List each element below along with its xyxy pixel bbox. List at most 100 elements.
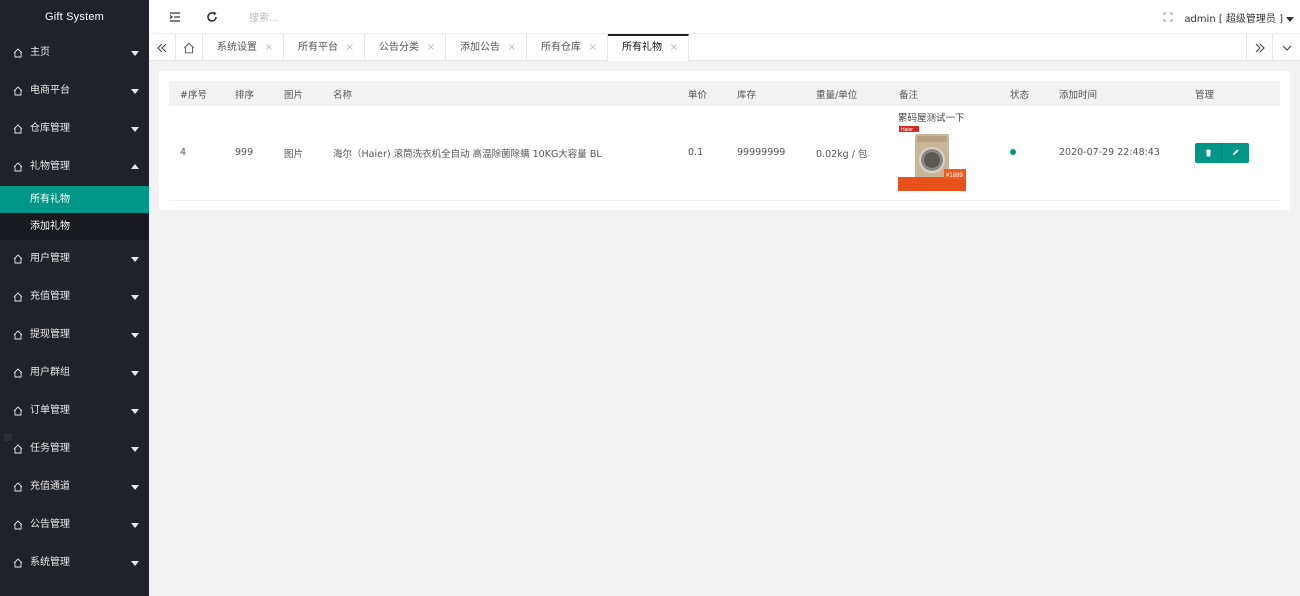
table-header-row: #序号 排序 图片 名称 单价 库存 重量/单位 备注 状态 添加时间 管理 [169,81,1280,106]
col-header-stock: 库存 [726,81,805,106]
sidebar-item-withdraw[interactable]: 提现管理 [0,316,149,354]
trash-icon [1205,149,1211,157]
sidebar-item-label: 系统管理 [30,557,70,568]
chevron-down-icon [131,485,139,490]
double-chevron-right-icon [1255,43,1265,52]
tab-label: 所有仓库 [541,42,581,53]
sidebar: Gift System 主页 电商平台 仓库管理 礼物管理 所有礼物 添加礼物 [0,0,149,596]
sidebar-item-label: 主页 [30,47,50,58]
chevron-down-icon [131,257,139,262]
cell-manage [1184,106,1280,201]
user-menu[interactable]: admin [ 超级管理员 ] [1184,10,1294,25]
tab-label: 所有礼物 [622,42,662,53]
home-icon [13,254,23,264]
sidebar-item-recharge-channels[interactable]: 充值通道 [0,468,149,506]
edit-button[interactable] [1222,142,1249,163]
sidebar-item-label: 仓库管理 [30,123,70,134]
delete-button[interactable] [1195,142,1222,163]
chevron-down-icon [131,127,139,132]
home-icon [13,292,23,302]
double-chevron-left-icon [157,43,167,52]
tab-add-announcement[interactable]: 添加公告 × [446,34,527,61]
product-brand-text: Haier [901,127,913,133]
sidebar-item-warehouse[interactable]: 仓库管理 [0,110,149,148]
home-icon [13,86,23,96]
home-icon [13,558,23,568]
remark-text: 累码屋测试一下 [898,112,965,124]
tab-all-warehouses[interactable]: 所有仓库 × [527,34,608,61]
tab-label: 添加公告 [460,42,500,53]
sidebar-subitem-add-gift[interactable]: 添加礼物 [0,213,149,240]
home-icon [183,42,195,53]
chevron-down-icon [131,333,139,338]
sidebar-item-label: 礼物管理 [30,161,70,172]
page-tabs-bar: 系统设置 × 所有平台 × 公告分类 × 添加公告 × 所有仓库 × 所有礼物 × [149,34,1300,61]
home-icon [13,368,23,378]
sidebar-item-label: 用户群组 [30,367,70,378]
status-dot [1010,149,1016,156]
sidebar-item-users[interactable]: 用户管理 [0,240,149,278]
sidebar-item-label: 充值管理 [30,291,70,302]
close-icon[interactable]: × [265,34,273,61]
tab-all-platforms[interactable]: 所有平台 × [284,34,365,61]
cell-added-time: 2020-07-29 22:48:43 [1048,106,1184,201]
search-input[interactable] [249,10,449,26]
col-header-manage: 管理 [1184,81,1280,106]
sidebar-submenu-gifts: 所有礼物 添加礼物 [0,186,149,240]
sidebar-item-system[interactable]: 系统管理 [0,544,149,582]
home-icon [13,482,23,492]
close-icon[interactable]: × [427,34,435,61]
col-header-name: 名称 [322,81,677,106]
chevron-down-icon [131,371,139,376]
col-header-weight: 重量/单位 [805,81,888,106]
sidebar-item-label: 用户管理 [30,253,70,264]
cell-id: 4 [169,106,224,201]
tab-announcement-categories[interactable]: 公告分类 × [365,34,446,61]
sidebar-item-recharge[interactable]: 充值管理 [0,278,149,316]
tabs-menu-button[interactable] [1273,34,1300,61]
sidebar-item-announcements[interactable]: 公告管理 [0,506,149,544]
chevron-up-icon [131,164,139,169]
chevron-down-icon [131,409,139,414]
sidebar-item-orders[interactable]: 订单管理 [0,392,149,430]
cell-sort: 999 [224,106,273,201]
sidebar-item-user-groups[interactable]: 用户群组 [0,354,149,392]
pencil-icon [1232,149,1239,156]
home-icon [13,444,23,454]
chevron-down-icon [1282,45,1291,51]
tabs-scroll-right-button[interactable] [1246,34,1273,61]
sidebar-item-gifts[interactable]: 礼物管理 [0,148,149,186]
close-icon[interactable]: × [346,34,354,61]
tab-system-settings[interactable]: 系统设置 × [203,34,284,61]
sidebar-scrollbar[interactable] [4,433,12,441]
col-header-added-time: 添加时间 [1048,81,1184,106]
cell-stock: 99999999 [726,106,805,201]
sidebar-subitem-all-gifts[interactable]: 所有礼物 [0,186,149,213]
sidebar-item-label: 电商平台 [30,85,70,96]
row-actions [1195,142,1249,163]
close-icon[interactable]: × [589,34,597,61]
home-icon [13,48,23,58]
tab-label: 公告分类 [379,42,419,53]
gift-table: #序号 排序 图片 名称 单价 库存 重量/单位 备注 状态 添加时间 管理 4… [169,81,1280,201]
refresh-icon[interactable] [204,9,220,25]
fullscreen-icon[interactable] [1160,9,1176,25]
tab-label: 所有平台 [298,42,338,53]
home-icon [13,330,23,340]
chevron-down-icon [131,295,139,300]
tabs-scroll-left-button[interactable] [149,34,176,61]
tab-home[interactable] [176,34,203,61]
sidebar-item-home[interactable]: 主页 [0,34,149,72]
product-thumbnail: Haier ¥1899 [898,124,966,193]
menu-fold-icon[interactable] [167,9,183,25]
sidebar-item-ecommerce[interactable]: 电商平台 [0,72,149,110]
top-header: admin [ 超级管理员 ] [149,0,1300,34]
cell-weight: 0.02kg / 包 [805,106,888,201]
sidebar-item-tasks[interactable]: 任务管理 [0,430,149,468]
user-label: admin [ 超级管理员 ] [1184,14,1283,25]
cell-price: 0.1 [677,106,726,201]
tab-all-gifts[interactable]: 所有礼物 × [608,34,689,61]
close-icon[interactable]: × [670,36,678,59]
close-icon[interactable]: × [508,34,516,61]
home-icon [13,520,23,530]
